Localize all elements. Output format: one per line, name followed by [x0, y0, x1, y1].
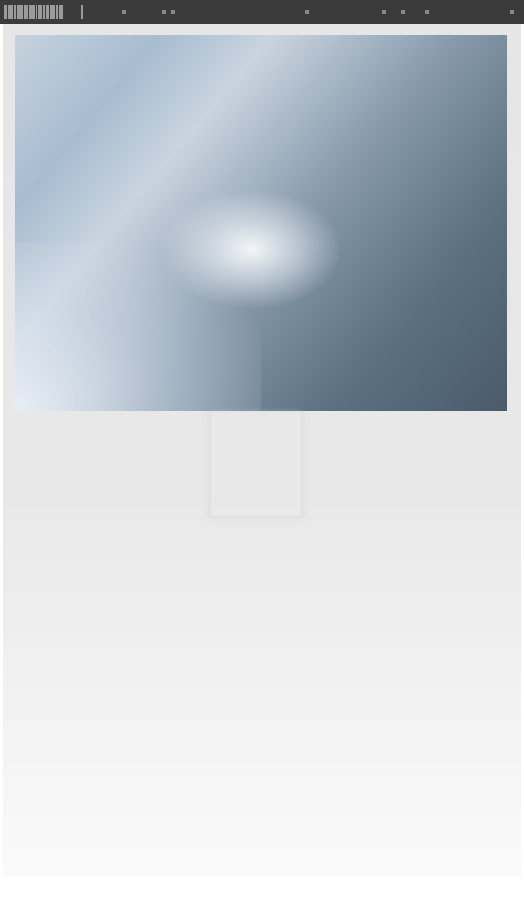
status-indicator-icon[interactable] [305, 10, 309, 14]
top-bar [0, 0, 524, 24]
sky-photo[interactable] [15, 35, 507, 411]
status-indicator-icon[interactable] [162, 10, 166, 14]
divider [81, 5, 83, 19]
faint-outline [210, 412, 302, 517]
status-indicator-icon[interactable] [171, 10, 175, 14]
barcode-logo-icon [4, 5, 63, 19]
status-indicator-icon[interactable] [122, 10, 126, 14]
status-indicator-icon[interactable] [425, 10, 429, 14]
status-indicator-icon[interactable] [401, 10, 405, 14]
status-indicator-icon[interactable] [510, 10, 514, 14]
status-indicator-icon[interactable] [382, 10, 386, 14]
